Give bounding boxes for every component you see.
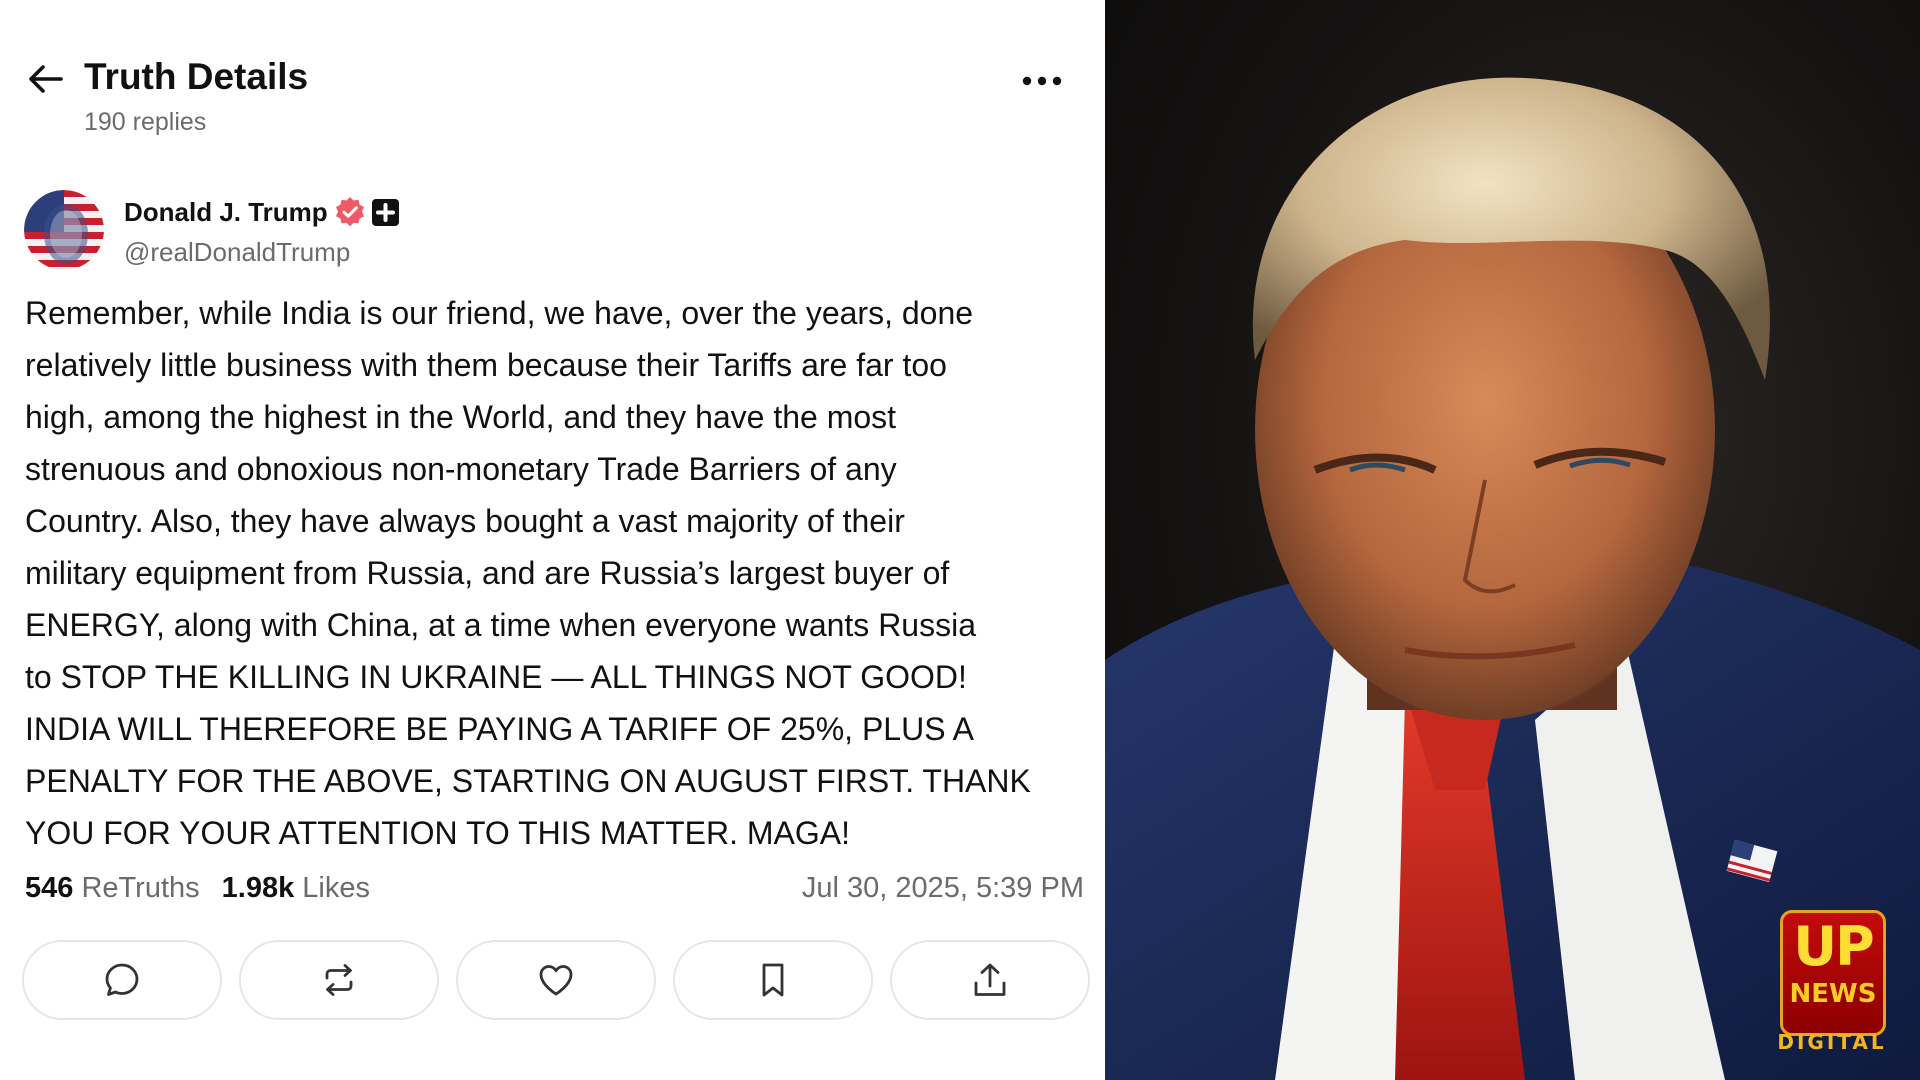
- post-line: ENERGY, along with China, at a time when…: [25, 607, 976, 643]
- page-title: Truth Details: [84, 56, 309, 97]
- post-line: INDIA WILL THEREFORE BE PAYING A TARIFF …: [25, 711, 974, 747]
- truth-details-panel: Truth Details 190 replies Donald J. Trum…: [0, 0, 1105, 1080]
- portrait-photo: UP NEWS DIGITAL: [1105, 0, 1920, 1080]
- logo-digital-text: DIGITAL: [1777, 1030, 1887, 1054]
- post-body: Remember, while India is our friend, we …: [25, 287, 1097, 859]
- back-arrow-icon[interactable]: [28, 62, 64, 96]
- post-line: strenuous and obnoxious non-monetary Tra…: [25, 451, 897, 487]
- post-line: to STOP THE KILLING IN UKRAINE — ALL THI…: [25, 659, 967, 695]
- post-line: Country. Also, they have always bought a…: [25, 503, 905, 539]
- bookmark-icon: [762, 963, 784, 997]
- truth-plus-badge-icon: [372, 199, 399, 226]
- post-line: PENALTY FOR THE ABOVE, STARTING ON AUGUS…: [25, 763, 1031, 799]
- retruth-button[interactable]: [239, 940, 439, 1020]
- heart-icon: [539, 965, 573, 996]
- post-line: high, among the highest in the World, an…: [25, 399, 897, 435]
- bookmark-button[interactable]: [673, 940, 873, 1020]
- author-handle[interactable]: @realDonaldTrump: [124, 237, 350, 268]
- logo-news-text: NEWS: [1789, 979, 1877, 1009]
- retruths-count[interactable]: 546: [25, 872, 73, 904]
- likes-label[interactable]: Likes: [302, 872, 370, 904]
- post-stats: 546 ReTruths 1.98k Likes: [25, 872, 370, 905]
- action-bar: [22, 940, 1090, 1020]
- retruths-label[interactable]: ReTruths: [81, 872, 199, 904]
- more-options-icon[interactable]: [1020, 66, 1064, 96]
- up-news-logo: UP NEWS: [1780, 910, 1886, 1036]
- reply-icon: [105, 963, 139, 996]
- author-name[interactable]: Donald J. Trump: [124, 197, 328, 228]
- like-button[interactable]: [456, 940, 656, 1020]
- logo-up-text: UP: [1793, 915, 1874, 978]
- avatar[interactable]: [24, 190, 104, 270]
- post-timestamp: Jul 30, 2025, 5:39 PM: [801, 872, 1084, 904]
- likes-count[interactable]: 1.98k: [222, 872, 295, 904]
- post-line: YOU FOR YOUR ATTENTION TO THIS MATTER. M…: [25, 815, 850, 851]
- post-line: military equipment from Russia, and are …: [25, 555, 950, 591]
- post-line: relatively little business with them bec…: [25, 347, 947, 383]
- share-icon: [974, 963, 1006, 996]
- post-line: Remember, while India is our friend, we …: [25, 295, 974, 331]
- share-button[interactable]: [890, 940, 1090, 1020]
- retruth-icon: [325, 964, 353, 996]
- replies-count: 190 replies: [84, 108, 207, 136]
- verified-badge-icon: [334, 196, 366, 228]
- reply-button[interactable]: [22, 940, 222, 1020]
